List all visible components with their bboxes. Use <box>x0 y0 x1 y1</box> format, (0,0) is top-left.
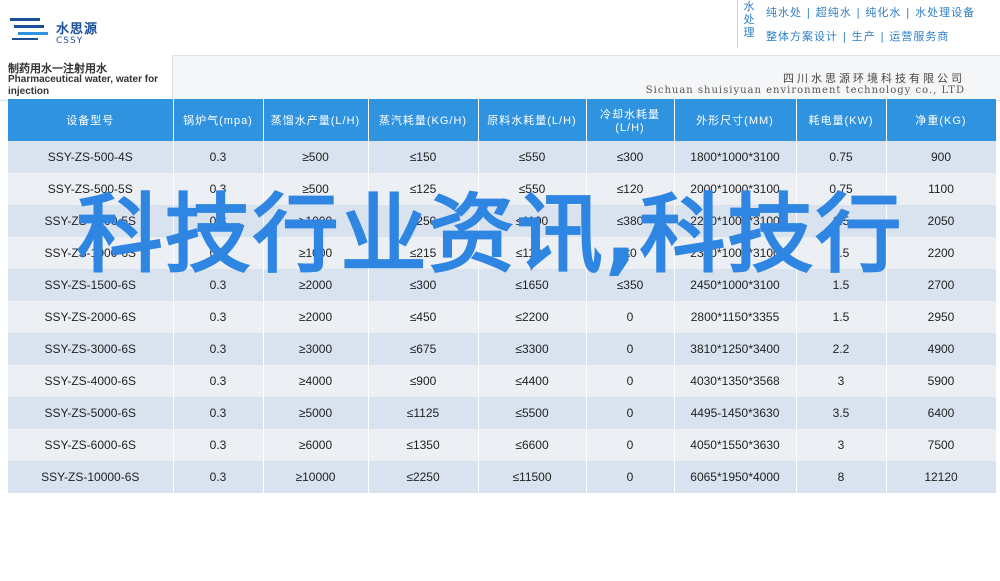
table-cell: ≤550 <box>478 141 587 173</box>
column-header: 蒸汽耗量(KG/H) <box>368 99 479 141</box>
logo-name-cn: 水思源 <box>56 22 99 37</box>
table-cell: 0.3 <box>173 397 264 429</box>
table-cell: SSY-ZS-2000-6S <box>8 301 174 333</box>
table-cell: 0 <box>586 429 675 461</box>
brand-vertical-text: 水处理 <box>743 0 755 39</box>
column-header: 耗电量(KW) <box>796 99 887 141</box>
table-cell: ≤11500 <box>478 461 587 493</box>
table-cell: ≤150 <box>368 141 479 173</box>
column-header: 净重(KG) <box>886 99 997 141</box>
table-cell: 0.75 <box>796 141 887 173</box>
table-header-row: 设备型号 锅炉气(mpa) 蒸馏水产量(L/H) 蒸汽耗量(KG/H) 原料水耗… <box>8 99 997 141</box>
table-cell: 3 <box>796 365 887 397</box>
table-cell: ≥4000 <box>263 365 369 397</box>
table-cell: SSY-ZS-5000-6S <box>8 397 174 429</box>
table-cell: 6400 <box>886 397 997 429</box>
table-cell: 3810*1250*3400 <box>674 333 797 365</box>
logo-name-en: CSSY <box>56 36 84 46</box>
table-cell: 4900 <box>886 333 997 365</box>
table-row: SSY-ZS-2000-6S 0.3 ≥2000 ≤450 ≤2200 0 2800*115… <box>8 301 997 333</box>
doc-title-en: Pharmaceutical water, water for injectio… <box>8 74 159 97</box>
table-cell: 5900 <box>886 365 997 397</box>
table-cell: 4030*1350*3568 <box>674 365 797 397</box>
table-cell: ≤900 <box>368 365 479 397</box>
table-cell: SSY-ZS-10000-6S <box>8 461 174 493</box>
table-row: SSY-ZS-500-4S 0.3 ≥500 ≤150 ≤550 ≤300 1800*100… <box>8 141 997 173</box>
table-cell: ≤450 <box>368 301 479 333</box>
table-cell: 1800*1000*3100 <box>674 141 797 173</box>
table-cell: 3.5 <box>796 397 887 429</box>
table-cell: ≤5500 <box>478 397 587 429</box>
table-cell: ≤2200 <box>478 301 587 333</box>
brand-slogan-1: 纯水处 | 超纯水 | 纯化水 | 水处理设备 <box>766 6 976 19</box>
column-header: 蒸馏水产量(L/H) <box>263 99 369 141</box>
table-cell: 900 <box>886 141 997 173</box>
spec-table: 设备型号 锅炉气(mpa) 蒸馏水产量(L/H) 蒸汽耗量(KG/H) 原料水耗… <box>8 99 997 493</box>
table-cell: 2800*1150*3355 <box>674 301 797 333</box>
company-logo[interactable]: 水思源 CSSY <box>10 8 120 48</box>
table-cell: 0 <box>586 365 675 397</box>
brand-slogan-2: 整体方案设计 | 生产 | 运营服务商 <box>766 30 950 43</box>
table-cell: 2950 <box>886 301 997 333</box>
table-cell: 0 <box>586 301 675 333</box>
company-name-cn: 四川水思源环境科技有限公司 <box>783 72 965 85</box>
column-header: 原料水耗量(L/H) <box>478 99 587 141</box>
table-cell: 0.3 <box>173 333 264 365</box>
table-cell: ≥3000 <box>263 333 369 365</box>
top-banner: 水思源 CSSY 水处理 纯水处 | 超纯水 | 纯化水 | 水处理设备 整体方… <box>0 0 1000 55</box>
table-row: SSY-ZS-10000-6S 0.3 ≥10000 ≤2250 ≤11500 0 6065… <box>8 461 997 493</box>
table-row: SSY-ZS-3000-6S 0.3 ≥3000 ≤675 ≤3300 0 3810*125… <box>8 333 997 365</box>
table-cell: ≥2000 <box>263 301 369 333</box>
column-header: 设备型号 <box>8 99 174 141</box>
table-cell: 0.3 <box>173 365 264 397</box>
table-cell: 0.3 <box>173 301 264 333</box>
table-cell: 12120 <box>886 461 997 493</box>
table-cell: 6065*1950*4000 <box>674 461 797 493</box>
table-cell: ≤300 <box>586 141 675 173</box>
table-cell: 4050*1550*3630 <box>674 429 797 461</box>
table-row: SSY-ZS-6000-6S 0.3 ≥6000 ≤1350 ≤6600 0 4050*15… <box>8 429 997 461</box>
table-cell: 8 <box>796 461 887 493</box>
table-cell: ≤4400 <box>478 365 587 397</box>
table-cell: 0 <box>586 397 675 429</box>
table-cell: 4495-1450*3630 <box>674 397 797 429</box>
table-row: SSY-ZS-4000-6S 0.3 ≥4000 ≤900 ≤4400 0 4030*135… <box>8 365 997 397</box>
table-cell: 0.3 <box>173 461 264 493</box>
table-cell: SSY-ZS-4000-6S <box>8 365 174 397</box>
table-cell: SSY-ZS-6000-6S <box>8 429 174 461</box>
table-cell: 3 <box>796 429 887 461</box>
column-header: 冷却水耗量(L/H) <box>586 99 675 141</box>
overlay-watermark-text: 科技行业资讯,科技行 <box>76 185 904 285</box>
table-cell: 0.3 <box>173 141 264 173</box>
table-cell: 7500 <box>886 429 997 461</box>
table-cell: SSY-ZS-3000-6S <box>8 333 174 365</box>
table-cell: ≤6600 <box>478 429 587 461</box>
table-cell: ≤1350 <box>368 429 479 461</box>
table-cell: 1.5 <box>796 301 887 333</box>
table-cell: ≥500 <box>263 141 369 173</box>
table-cell: ≥10000 <box>263 461 369 493</box>
table-cell: 0 <box>586 461 675 493</box>
table-row: SSY-ZS-5000-6S 0.3 ≥5000 ≤1125 ≤5500 0 4495-14… <box>8 397 997 429</box>
table-cell: ≤2250 <box>368 461 479 493</box>
table-cell: ≤3300 <box>478 333 587 365</box>
column-header: 外形尺寸(MM) <box>674 99 797 141</box>
table-cell: ≥6000 <box>263 429 369 461</box>
table-cell: SSY-ZS-500-4S <box>8 141 174 173</box>
water-drop-lines-icon <box>10 18 48 40</box>
column-header: 锅炉气(mpa) <box>173 99 264 141</box>
table-cell: ≤1125 <box>368 397 479 429</box>
table-cell: 0.3 <box>173 429 264 461</box>
table-cell: 0 <box>586 333 675 365</box>
table-cell: 2.2 <box>796 333 887 365</box>
table-cell: ≥5000 <box>263 397 369 429</box>
company-name-en: Sichuan shuisiyuan environment technolog… <box>645 85 965 96</box>
table-cell: ≤675 <box>368 333 479 365</box>
